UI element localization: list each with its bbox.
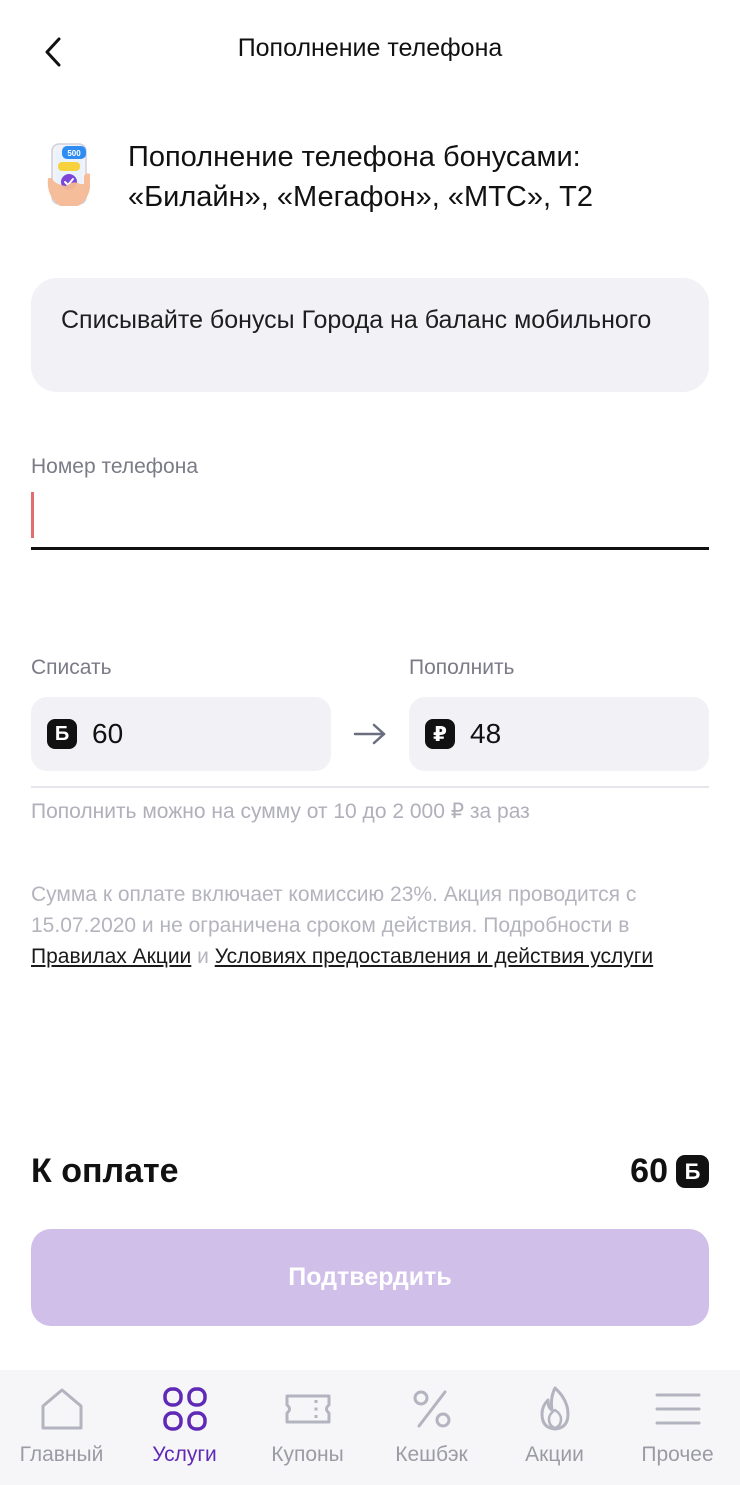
conditions-link[interactable]: Условиях предоставления и действия услуг…	[215, 945, 653, 968]
menu-icon	[655, 1393, 700, 1425]
nav-label-more: Прочее	[641, 1443, 714, 1466]
nav-item-cashback[interactable]: Кешбэк	[370, 1370, 493, 1485]
bonus-currency-icon: Б	[676, 1155, 709, 1188]
info-card: Списывайте бонусы Города на баланс мобил…	[31, 278, 709, 392]
total-label: К оплате	[31, 1152, 179, 1190]
debit-amount-value: 60	[92, 718, 124, 749]
nav-label-cashback: Кешбэк	[395, 1443, 468, 1466]
total-amount: 60 Б	[630, 1152, 709, 1191]
service-title-line2: «Билайн», «Мегафон», «МТС», Т2	[128, 181, 593, 213]
nav-label-services: Услуги	[152, 1443, 217, 1466]
terms-text-and: и	[191, 945, 215, 968]
total-value: 60	[630, 1152, 668, 1190]
nav-item-more[interactable]: Прочее	[616, 1370, 739, 1485]
credit-label: Пополнить	[409, 656, 515, 679]
ruble-currency-icon: ₽	[425, 719, 455, 749]
arrow-right-icon	[352, 719, 388, 749]
debit-amount-field[interactable]: Б 60	[31, 697, 331, 771]
service-title-line1: Пополнение телефона бонусами:	[128, 141, 581, 173]
flame-icon	[540, 1386, 569, 1431]
info-card-text: Списывайте бонусы Города на баланс мобил…	[61, 306, 652, 334]
range-note: Пополнить можно на сумму от 10 до 2 000 …	[31, 800, 530, 823]
rules-link[interactable]: Правилах Акции	[31, 945, 191, 968]
page-title: Пополнение телефона	[237, 34, 503, 62]
divider	[31, 786, 709, 788]
grid-icon	[162, 1387, 207, 1431]
credit-amount-field[interactable]: ₽ 48	[409, 697, 709, 771]
home-icon	[41, 1388, 82, 1430]
debit-label: Списать	[31, 656, 112, 679]
percent-icon	[413, 1390, 450, 1428]
nav-item-home[interactable]: Главный	[0, 1370, 123, 1485]
phone-field-label: Номер телефона	[31, 455, 199, 478]
credit-amount-value: 48	[470, 718, 502, 749]
nav-item-coupons[interactable]: Купоны	[246, 1370, 369, 1485]
nav-label-promos: Акции	[525, 1443, 584, 1466]
confirm-button[interactable]: Подтвердить	[31, 1229, 709, 1326]
ticket-icon	[285, 1394, 330, 1424]
nav-item-promos[interactable]: Акции	[493, 1370, 616, 1485]
terms-text-1: Сумма к оплате включает комиссию 23%. Ак…	[31, 883, 637, 937]
service-title: Пополнение телефона бонусами: «Билайн», …	[128, 137, 688, 217]
bonus-currency-icon: Б	[47, 719, 77, 749]
nav-label-home: Главный	[19, 1443, 104, 1466]
phone-topup-badge-text: 500	[67, 149, 81, 158]
phone-topup-icon: 500	[44, 140, 104, 212]
bottom-nav: Главный Услуги Купоны Кешбэк Акции Проче…	[0, 1370, 740, 1485]
nav-label-coupons: Купоны	[271, 1443, 344, 1466]
text-caret	[31, 492, 34, 538]
phone-input[interactable]	[31, 490, 709, 550]
terms-text: Сумма к оплате включает комиссию 23%. Ак…	[31, 879, 709, 972]
nav-item-services[interactable]: Услуги	[123, 1370, 246, 1485]
